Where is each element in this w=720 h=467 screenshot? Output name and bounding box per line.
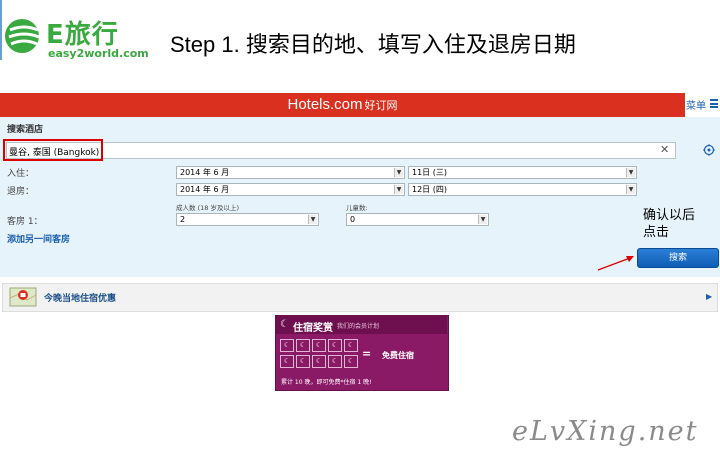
step-title: Step 1. 搜索目的地、填写入住及退房日期	[170, 32, 576, 57]
etravel-logo: E旅行 easy2world.com	[4, 12, 154, 64]
rooms-label: 客房 1：	[7, 217, 43, 227]
adults-select[interactable]: 2 ▼	[176, 213, 319, 226]
night-moon-icon: ☾	[296, 339, 310, 352]
chevron-down-icon: ▼	[394, 168, 403, 177]
night-moon-icon: ☾	[328, 355, 342, 368]
adults-label: 成人数 (18 岁及以上)	[176, 204, 239, 212]
annotation-line-1: 确认以后	[643, 208, 696, 223]
children-select[interactable]: 0 ▼	[346, 213, 489, 226]
brand-name: Hotels.com	[287, 96, 363, 113]
logo-subtitle: easy2world.com	[48, 47, 149, 60]
search-button[interactable]: 搜索	[637, 248, 719, 268]
deals-label: 今晚当地住宿优惠	[44, 294, 117, 304]
nights-grid: ☾ ☾ ☾ ☾ ☾ ☾ ☾ ☾ ☾ ☾	[280, 339, 360, 368]
children-label: 儿童数:	[346, 204, 368, 212]
night-moon-icon: ☾	[328, 339, 342, 352]
chevron-down-icon: ▼	[308, 215, 317, 224]
checkout-day-select[interactable]: 12日 (四) ▼	[408, 183, 637, 196]
annotation-arrow-icon	[597, 256, 634, 271]
night-moon-icon: ☾	[280, 339, 294, 352]
checkout-month-select[interactable]: 2014 年 6 月 ▼	[176, 183, 405, 196]
equals-sign: =	[362, 347, 372, 360]
children-value: 0	[350, 215, 356, 224]
logo-title: E旅行	[46, 20, 119, 50]
add-room-link[interactable]: 添加另一间客房	[7, 232, 70, 245]
night-moon-icon: ☾	[296, 355, 310, 368]
watermark: eLvXing.net	[512, 416, 699, 447]
night-moon-icon: ☾	[280, 355, 294, 368]
checkin-label: 入住：	[7, 169, 35, 179]
menu-button[interactable]: 菜单	[686, 97, 706, 112]
chevron-down-icon: ▼	[478, 215, 487, 224]
hamburger-icon[interactable]	[710, 99, 718, 108]
checkin-day-select[interactable]: 11日 (三) ▼	[408, 166, 637, 179]
free-night-label: 免费住宿	[382, 351, 414, 360]
left-edge-strip	[0, 0, 2, 60]
checkin-month-value: 2014 年 6 月	[180, 168, 230, 177]
chevron-down-icon: ▼	[626, 168, 635, 177]
brand-name-cn: 好订网	[364, 100, 398, 112]
chevron-down-icon: ▼	[626, 185, 635, 194]
adults-value: 2	[180, 215, 186, 224]
night-moon-icon: ☾	[344, 355, 358, 368]
destination-input[interactable]	[6, 142, 676, 159]
night-moon-icon: ☾	[312, 355, 326, 368]
chevron-down-icon: ▼	[394, 185, 403, 194]
checkout-day-value: 12日 (四)	[412, 185, 447, 194]
checkout-month-value: 2014 年 6 月	[180, 185, 230, 194]
rewards-subtitle: 我们的会员计划	[337, 323, 380, 330]
clear-icon[interactable]: ✕	[660, 143, 669, 156]
checkin-month-select[interactable]: 2014 年 6 月 ▼	[176, 166, 405, 179]
checkin-day-value: 11日 (三)	[412, 168, 447, 177]
night-moon-icon: ☾	[312, 339, 326, 352]
logo-swoosh-icon	[5, 19, 40, 53]
rewards-footer: 累计 10 晚，即可免费*住宿 1 晚!	[281, 379, 372, 386]
chevron-right-icon[interactable]: ▶	[706, 292, 712, 301]
hotels-brand[interactable]: Hotels.com 好订网	[0, 93, 685, 117]
destination-highlight-box	[3, 139, 103, 161]
moon-icon: ☾	[280, 319, 289, 330]
annotation-line-2: 点击	[643, 225, 670, 240]
night-moon-icon: ☾	[344, 339, 358, 352]
annotation-note: 确认以后 点击	[643, 207, 695, 241]
checkout-label: 退房：	[7, 187, 35, 197]
locate-icon[interactable]	[703, 144, 715, 156]
map-pin-icon	[9, 287, 37, 307]
search-heading: 搜索酒店	[7, 125, 44, 135]
rewards-title: 住宿奖赏	[293, 323, 333, 334]
